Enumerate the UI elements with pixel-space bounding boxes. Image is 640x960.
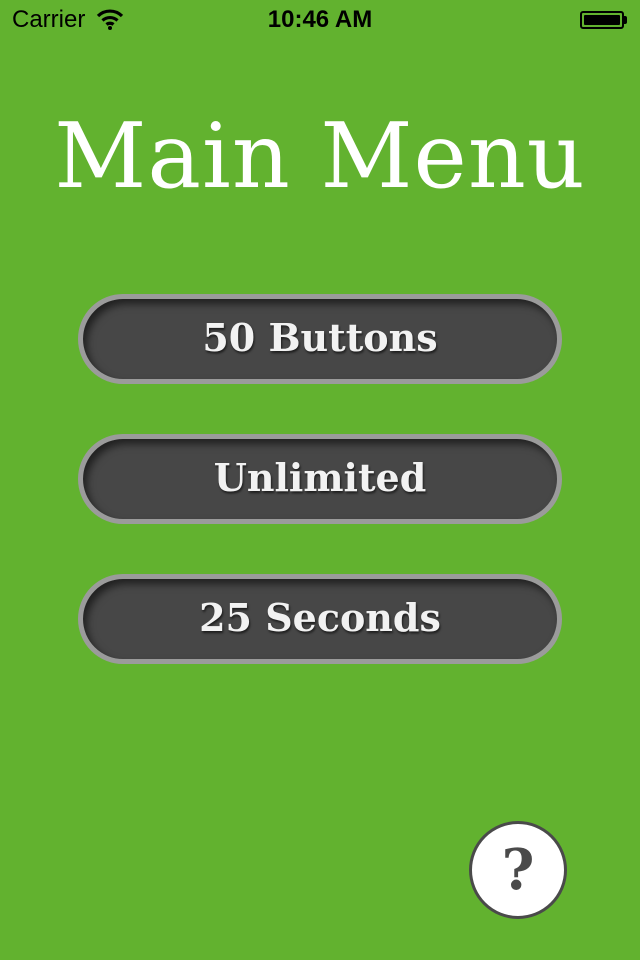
status-bar: Carrier 10:46 AM xyxy=(0,0,640,40)
twenty-five-seconds-button[interactable]: 25 Seconds xyxy=(78,574,562,664)
unlimited-button[interactable]: Unlimited xyxy=(78,434,562,524)
page-title: Main Menu xyxy=(54,104,586,209)
help-button[interactable]: ? xyxy=(469,821,567,919)
battery-icon xyxy=(580,11,624,29)
fifty-buttons-button[interactable]: 50 Buttons xyxy=(78,294,562,384)
battery-tip xyxy=(624,16,627,24)
battery-level xyxy=(584,15,620,25)
question-icon: ? xyxy=(501,837,535,903)
status-time: 10:46 AM xyxy=(267,6,373,33)
